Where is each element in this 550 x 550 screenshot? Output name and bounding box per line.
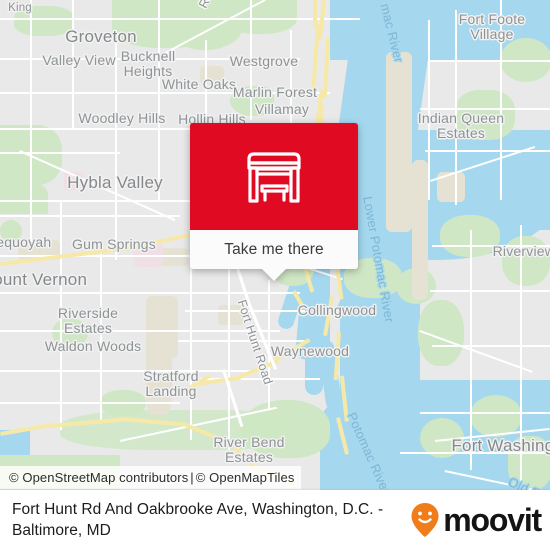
- road: [0, 402, 180, 404]
- road: [432, 345, 550, 347]
- landuse-shore-ne: [386, 52, 412, 232]
- road: [30, 0, 32, 250]
- moovit-wordmark: moovit: [443, 502, 542, 538]
- park-fortwashington-3: [508, 436, 550, 490]
- road: [425, 150, 550, 152]
- road: [500, 0, 502, 200]
- attribution-osm[interactable]: © OpenStreetMap contributors: [9, 470, 188, 485]
- road: [268, 280, 270, 410]
- park-mt-vernon-pkwy: [60, 410, 290, 450]
- road: [228, 250, 230, 450]
- road: [455, 10, 457, 205]
- station-popup[interactable]: Take me there: [190, 123, 358, 281]
- road: [250, 0, 252, 120]
- road: [430, 290, 550, 292]
- attribution-openmaptiles[interactable]: © OpenMapTiles: [196, 470, 295, 485]
- location-title: Fort Hunt Rd And Oakbrooke Ave, Washingt…: [12, 500, 384, 539]
- map-canvas[interactable]: King Groveton Valley View Bucknell Heights We…: [0, 0, 550, 490]
- landuse-whiteoaks: [200, 66, 224, 84]
- road: [0, 215, 180, 217]
- park-riverside: [52, 318, 88, 348]
- water-inlet-north: [400, 0, 470, 55]
- landuse-waldon: [146, 355, 172, 415]
- water-inlet-ne: [498, 0, 550, 26]
- moovit-pin-icon: [411, 503, 439, 537]
- attribution-separator: |: [190, 470, 194, 485]
- road: [0, 92, 330, 94]
- popup-image-panel: [190, 123, 358, 230]
- road: [0, 18, 360, 20]
- moovit-logo[interactable]: moovit: [410, 501, 550, 539]
- footer-bar: Fort Hunt Rd And Oakbrooke Ave, Washingt…: [0, 490, 550, 550]
- landuse-riverside: [146, 296, 178, 358]
- road: [158, 0, 160, 200]
- park-sequoyah: [0, 220, 22, 242]
- road: [430, 60, 550, 62]
- road: [428, 20, 430, 200]
- road: [60, 200, 62, 430]
- road: [100, 250, 102, 420]
- road: [400, 452, 550, 454]
- map-attribution: © OpenStreetMap contributors | © OpenMapTi…: [0, 466, 302, 489]
- road: [420, 412, 550, 414]
- take-me-there-label: Take me there: [224, 240, 324, 258]
- road: [520, 225, 522, 485]
- landuse-shore-east: [412, 160, 428, 300]
- road: [0, 152, 120, 154]
- road: [0, 330, 280, 332]
- road: [72, 0, 74, 130]
- park-west-2: [0, 182, 48, 214]
- road: [0, 292, 300, 294]
- road: [185, 310, 305, 312]
- road: [190, 260, 192, 440]
- bus-shelter-icon: [247, 151, 301, 203]
- road: [432, 245, 550, 247]
- park-marlin: [230, 86, 274, 116]
- park-indianqueen: [455, 90, 515, 140]
- park-nw: [14, 6, 74, 36]
- popup-pointer: [261, 268, 287, 281]
- road: [0, 370, 250, 372]
- map-page: King Groveton Valley View Bucknell Heights We…: [0, 0, 550, 550]
- landuse-forthunt: [218, 305, 244, 325]
- popup-footer[interactable]: Take me there: [190, 230, 358, 281]
- road: [178, 340, 308, 342]
- road: [420, 108, 550, 110]
- road: [115, 30, 117, 260]
- park-riverview-2: [502, 236, 550, 286]
